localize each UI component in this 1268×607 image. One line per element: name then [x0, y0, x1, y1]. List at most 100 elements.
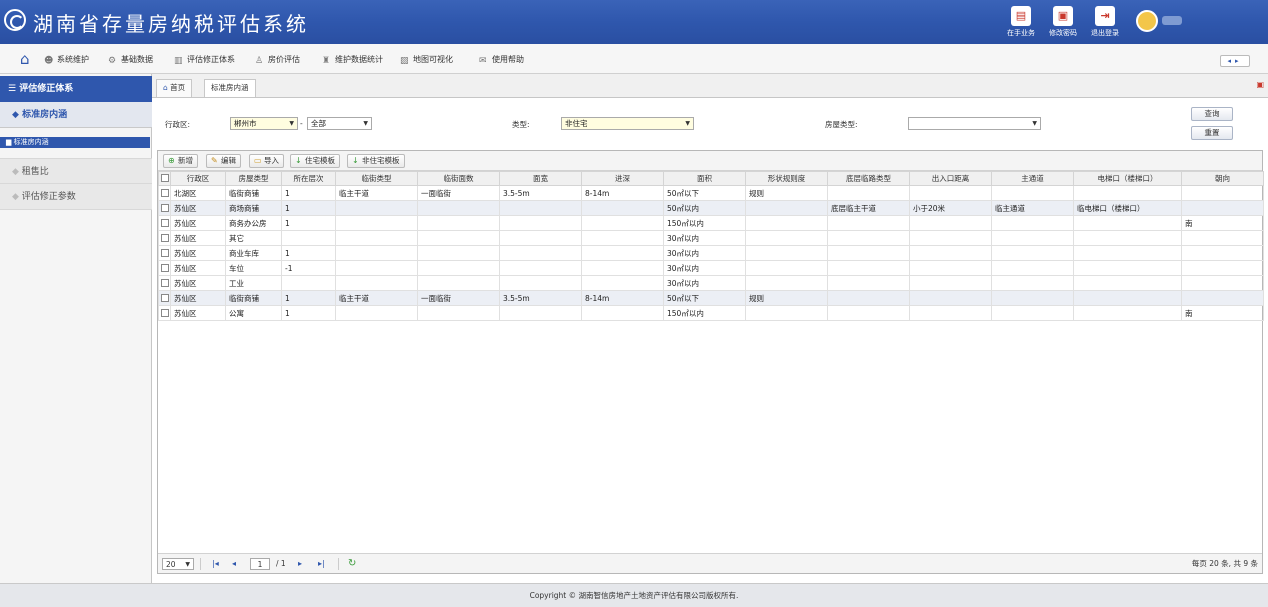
avatar[interactable]: [1136, 10, 1158, 32]
checkbox[interactable]: [161, 233, 169, 242]
table-row[interactable]: 苏仙区 公寓 1 150㎡以内 南: [158, 305, 1264, 321]
pending-tasks-button[interactable]: ▤ 在手业务: [999, 6, 1043, 38]
checkbox[interactable]: [161, 278, 169, 287]
row-checkbox-cell[interactable]: [158, 230, 171, 246]
row-checkbox-cell[interactable]: [158, 260, 171, 276]
sidebar-item-standard-house[interactable]: ▆ 标准房内涵: [0, 137, 150, 148]
checkbox[interactable]: [161, 203, 169, 212]
page-size-select[interactable]: 20 ▼: [162, 558, 194, 570]
table-cell: [417, 200, 500, 216]
table-header-row: 行政区 房屋类型 所在层次 临街类型 临街面数 面宽 进深 面积 形状规则度 底…: [158, 171, 1264, 186]
logout-button[interactable]: ⇥ 退出登录: [1083, 6, 1127, 38]
column-header[interactable]: 形状规则度: [745, 171, 828, 186]
expand-icon[interactable]: ▣: [1256, 80, 1264, 89]
table-row[interactable]: 苏仙区 商场商铺 1 50㎡以内 底层临主干道 小于20米 临主通道 临电梯口（楼梯口）: [158, 200, 1264, 216]
column-header[interactable]: 主通道: [991, 171, 1074, 186]
first-page-icon[interactable]: |◂: [212, 558, 219, 570]
page-number-input[interactable]: 1: [250, 558, 270, 570]
table-row[interactable]: 苏仙区 其它 30㎡以内: [158, 230, 1264, 246]
checkbox[interactable]: [161, 308, 169, 317]
house-type-select[interactable]: ▼: [908, 117, 1041, 130]
table-cell: 商场商铺: [225, 200, 282, 216]
menu-item-correction-system[interactable]: ▥ 评估修正体系: [174, 54, 235, 66]
column-header[interactable]: 朝向: [1181, 171, 1264, 186]
table-cell: [909, 215, 992, 231]
sidebar-group-correction-params[interactable]: ◆ 评估修正参数: [0, 184, 152, 210]
select-all-checkbox[interactable]: [158, 171, 171, 186]
city-select[interactable]: 郴州市 ▼: [230, 117, 298, 130]
users-icon: ☻: [44, 56, 54, 66]
table-row[interactable]: 苏仙区 商务办公房 1 150㎡以内 南: [158, 215, 1264, 231]
column-header[interactable]: 面积: [663, 171, 746, 186]
column-header[interactable]: 面宽: [499, 171, 582, 186]
row-checkbox-cell[interactable]: [158, 305, 171, 321]
edit-button[interactable]: ✎ 编辑: [206, 154, 241, 168]
folder-icon: ▭: [254, 156, 262, 165]
sidebar-group-standard-house[interactable]: ◆ 标准房内涵: [0, 102, 152, 128]
home-icon[interactable]: ⌂: [20, 52, 36, 67]
table-cell: [1181, 290, 1264, 306]
checkbox[interactable]: [161, 293, 169, 302]
column-header[interactable]: 底层临路类型: [827, 171, 910, 186]
table-row[interactable]: 苏仙区 临街商铺 1 临主干道 一面临街 3.5-5m 8-14m 50㎡以下 规则: [158, 290, 1264, 306]
sidebar-group-rent-ratio[interactable]: ◆ 租售比: [0, 158, 152, 184]
row-checkbox-cell[interactable]: [158, 245, 171, 261]
last-page-icon[interactable]: ▸|: [318, 558, 325, 570]
table-cell: 临街商铺: [225, 290, 282, 306]
row-checkbox-cell[interactable]: [158, 215, 171, 231]
menu-item-statistics[interactable]: ♜ 维护数据统计: [322, 54, 383, 66]
table-row[interactable]: 苏仙区 车位 -1 30㎡以内: [158, 260, 1264, 276]
table-cell: [335, 230, 418, 246]
column-header[interactable]: 行政区: [170, 171, 226, 186]
row-checkbox-cell[interactable]: [158, 275, 171, 291]
column-header[interactable]: 临街类型: [335, 171, 418, 186]
checkbox[interactable]: [161, 188, 169, 197]
table-cell: 商务办公房: [225, 215, 282, 231]
table-row[interactable]: 苏仙区 工业 30㎡以内: [158, 275, 1264, 291]
table-cell: [909, 185, 992, 201]
add-button[interactable]: ⊕ 新增: [163, 154, 198, 168]
row-checkbox-cell[interactable]: [158, 290, 171, 306]
column-header[interactable]: 临街面数: [417, 171, 500, 186]
next-page-icon[interactable]: ▸: [298, 558, 302, 570]
menu-item-map[interactable]: ▨ 地图可视化: [400, 54, 453, 66]
doc-icon: ▆: [6, 138, 14, 146]
table-row[interactable]: 北湖区 临街商铺 1 临主干道 一面临街 3.5-5m 8-14m 50㎡以下 规则: [158, 185, 1264, 201]
menu-scroll-arrows[interactable]: ◂▸: [1220, 55, 1250, 67]
column-header[interactable]: 进深: [581, 171, 664, 186]
nonresidential-template-button[interactable]: ↓ 非住宅模板: [347, 154, 405, 168]
table-cell: [827, 245, 910, 261]
chart-icon: ♜: [322, 56, 331, 66]
menu-item-price-evaluation[interactable]: ♙ 房价评估: [255, 54, 300, 66]
column-header[interactable]: 电梯口（楼梯口）: [1073, 171, 1182, 186]
menu-item-help[interactable]: ✉ 使用帮助: [479, 54, 524, 66]
checkbox[interactable]: [161, 248, 169, 257]
table-cell: [745, 200, 828, 216]
table-cell: 规则: [745, 185, 828, 201]
type-select[interactable]: 非住宅 ▼: [561, 117, 694, 130]
row-checkbox-cell[interactable]: [158, 185, 171, 201]
refresh-icon[interactable]: ↻: [348, 558, 356, 570]
pencil-icon: ✎: [211, 156, 218, 165]
menu-item-label: 地图可视化: [413, 55, 453, 64]
checkbox[interactable]: [161, 218, 169, 227]
row-checkbox-cell[interactable]: [158, 200, 171, 216]
import-button[interactable]: ▭ 导入: [249, 154, 284, 168]
change-password-button[interactable]: ▣ 修改密码: [1041, 6, 1085, 38]
table-row[interactable]: 苏仙区 商业车库 1 30㎡以内: [158, 245, 1264, 261]
column-header[interactable]: 所在层次: [281, 171, 336, 186]
checkbox[interactable]: [160, 174, 169, 182]
menu-item-basic-data[interactable]: ⚙ 基础数据: [108, 54, 153, 66]
residential-template-button[interactable]: ↓ 住宅模板: [290, 154, 340, 168]
prev-page-icon[interactable]: ◂: [232, 558, 236, 570]
tab-home[interactable]: ⌂ 首页: [156, 79, 193, 97]
menu-item-system[interactable]: ☻ 系统维护: [44, 54, 89, 66]
column-header[interactable]: 出入口距离: [909, 171, 992, 186]
checkbox[interactable]: [161, 263, 169, 272]
column-header[interactable]: 房屋类型: [225, 171, 282, 186]
query-button[interactable]: 查询: [1191, 107, 1233, 121]
bullet-icon: ◆: [12, 167, 22, 177]
reset-button[interactable]: 重置: [1191, 126, 1233, 140]
area-select[interactable]: 全部 ▼: [307, 117, 372, 130]
tab-standard-house[interactable]: 标准房内涵: [204, 79, 256, 97]
